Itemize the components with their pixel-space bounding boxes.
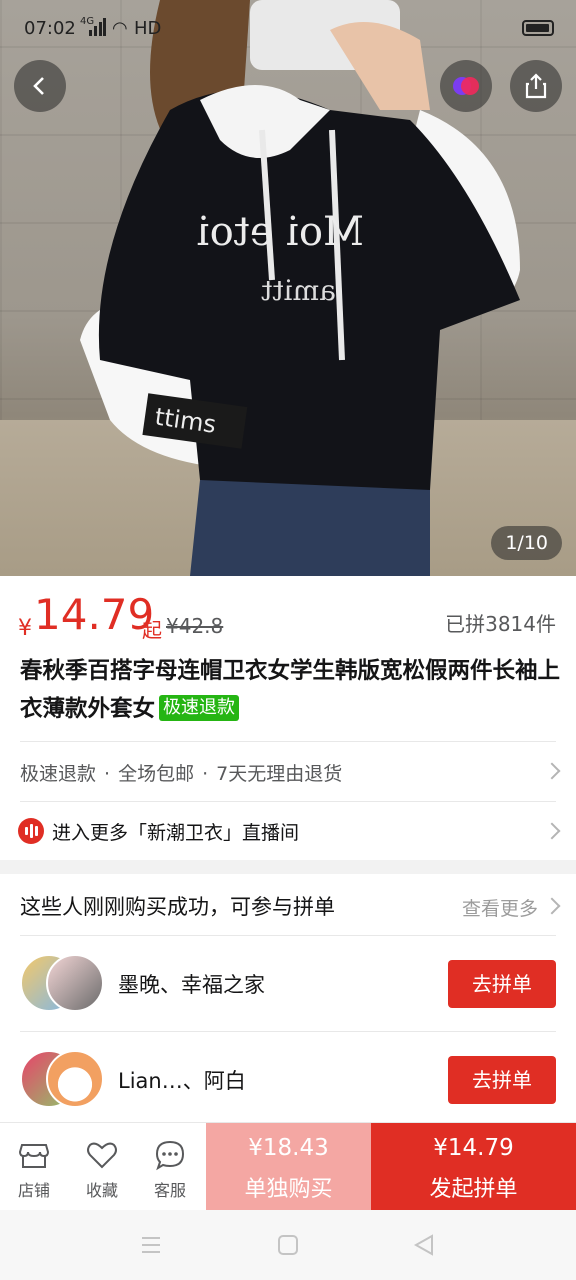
status-bar: 07:02 4G ◠ HD (0, 0, 576, 60)
customer-service-label: 客服 (153, 1181, 186, 1200)
group-price: 14.79 (34, 590, 155, 639)
group-section-title: 这些人刚刚购买成功，可参与拼单 (20, 895, 335, 919)
price-row: ¥ 14.79 起 ¥42.8 已拼3814件 (0, 576, 576, 648)
battery-icon (522, 20, 554, 36)
join-group-button[interactable]: 去拼单 (448, 1056, 556, 1104)
currency-symbol: ¥ (18, 616, 32, 641)
original-price: ¥42.8 (166, 614, 224, 638)
bottom-action-bar: 店铺 收藏 客服 ¥18.43 单独购买 ¥14.79 发起拼单 (0, 1122, 576, 1211)
fast-refund-badge: 极速退款 (159, 695, 240, 721)
svg-text:amitt: amitt (261, 274, 336, 307)
product-image[interactable]: Moi etoi amitt ttims 07:02 4G ◠ HD 1/10 (0, 0, 576, 576)
solo-price: ¥18.43 (248, 1135, 329, 1161)
group-row: Lian…、阿白 去拼单 (0, 1032, 576, 1128)
group-buy-price: ¥14.79 (433, 1135, 514, 1161)
svg-text:Moi etoi: Moi etoi (197, 209, 364, 255)
brand-heart-icon (453, 77, 479, 95)
chevron-right-icon (543, 897, 561, 915)
favorite-button[interactable]: 收藏 (68, 1123, 136, 1211)
avatar (46, 1050, 104, 1108)
chat-icon (155, 1140, 185, 1171)
join-group-button[interactable]: 去拼单 (448, 960, 556, 1008)
chevron-left-icon (33, 77, 44, 95)
back-button[interactable] (14, 60, 66, 112)
image-counter: 1/10 (491, 526, 562, 560)
service-separator: · (202, 763, 209, 785)
favorite-label: 收藏 (85, 1181, 118, 1200)
avatar-group (20, 954, 110, 1014)
share-button[interactable] (510, 60, 562, 112)
share-icon (525, 73, 547, 99)
service-item: 极速退款 (20, 763, 97, 785)
status-time: 07:02 (24, 18, 76, 39)
group-row: 墨晚、幸福之家 去拼单 (0, 936, 576, 1032)
price-suffix: 起 (142, 618, 162, 642)
back-nav-icon[interactable] (413, 1234, 435, 1256)
live-room-link[interactable]: 进入更多「新潮卫衣」直播间 (0, 802, 576, 860)
system-navigation-bar (0, 1210, 576, 1280)
service-list: 极速退款 · 全场包邮 · 7天无理由退货 (20, 759, 342, 786)
avatar-group (20, 1050, 110, 1110)
view-more-link[interactable]: 查看更多 (462, 894, 538, 921)
store-icon (18, 1144, 50, 1168)
product-title: 春秋季百搭字母连帽卫衣女学生韩版宽松假两件长袖上衣薄款外套女 极速退款 (20, 652, 560, 728)
group-member-names: Lian…、阿白 (118, 1069, 246, 1093)
group-buy-label: 发起拼单 (429, 1177, 518, 1202)
customer-service-button[interactable]: 客服 (136, 1123, 204, 1211)
group-member-names: 墨晚、幸福之家 (118, 973, 265, 997)
service-separator: · (104, 763, 111, 785)
menu-icon[interactable] (140, 1234, 162, 1256)
start-group-button[interactable]: ¥14.79 发起拼单 (371, 1123, 576, 1211)
group-section-header: 这些人刚刚购买成功，可参与拼单 查看更多 (0, 874, 576, 936)
sold-count: 已拼3814件 (445, 612, 556, 636)
live-icon (18, 818, 44, 844)
service-item: 7天无理由退货 (216, 763, 343, 785)
buy-alone-button[interactable]: ¥18.43 单独购买 (206, 1123, 371, 1211)
store-label: 店铺 (17, 1181, 50, 1200)
product-title-text: 春秋季百搭字母连帽卫衣女学生韩版宽松假两件长袖上衣薄款外套女 (20, 658, 561, 722)
home-icon[interactable] (277, 1234, 299, 1256)
section-gap (0, 860, 576, 874)
avatar (46, 954, 104, 1012)
live-room-text: 进入更多「新潮卫衣」直播间 (52, 822, 300, 844)
signal-icon (89, 18, 106, 36)
store-button[interactable]: 店铺 (0, 1123, 68, 1211)
wifi-icon: ◠ (112, 18, 128, 39)
mini-program-button[interactable] (440, 60, 492, 112)
service-row[interactable]: 极速退款 · 全场包邮 · 7天无理由退货 (0, 742, 576, 800)
service-item: 全场包邮 (118, 763, 195, 785)
chevron-right-icon (543, 822, 561, 840)
solo-label: 单独购买 (244, 1177, 333, 1202)
heart-icon (87, 1142, 117, 1169)
hd-badge: HD (134, 18, 162, 39)
chevron-right-icon (543, 762, 561, 780)
